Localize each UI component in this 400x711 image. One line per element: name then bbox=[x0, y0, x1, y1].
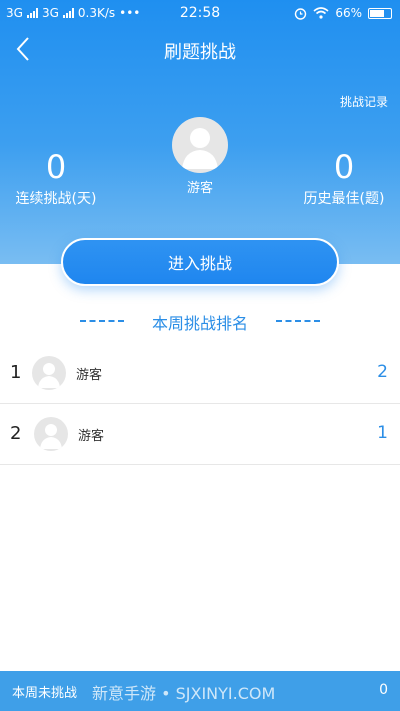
ranking-row[interactable]: 2 游客 1 bbox=[0, 405, 400, 465]
watermark: 新意手游 • SJXINYI.COM bbox=[92, 684, 276, 703]
avatar-placeholder-icon bbox=[38, 363, 60, 388]
row-score: 2 bbox=[377, 362, 388, 382]
status-bar: 3G 3G 0.3K/s ••• 22:58 66% bbox=[0, 0, 400, 28]
best-stat: 0 历史最佳(题) bbox=[298, 150, 390, 208]
battery-percent: 66% bbox=[335, 6, 362, 20]
alarm-icon bbox=[295, 7, 307, 20]
streak-label: 连续挑战(天) bbox=[15, 191, 97, 207]
avatar-placeholder-icon bbox=[182, 128, 218, 169]
nav-bar: 刷题挑战 bbox=[0, 28, 400, 72]
streak-value: 0 bbox=[45, 148, 67, 186]
wifi-icon bbox=[313, 7, 329, 19]
best-value: 0 bbox=[333, 148, 355, 186]
row-name: 游客 bbox=[76, 368, 103, 383]
row-avatar bbox=[34, 417, 68, 451]
enter-challenge-button[interactable]: 进入挑战 bbox=[61, 238, 339, 286]
battery-icon bbox=[368, 7, 392, 19]
avatar-placeholder-icon bbox=[40, 424, 62, 449]
ranking-title: 本周挑战排名 bbox=[151, 314, 248, 333]
row-score: 1 bbox=[377, 423, 388, 443]
best-label: 历史最佳(题) bbox=[303, 191, 385, 207]
weekly-status-footer: 本周未挑战 新意手游 • SJXINYI.COM 0 bbox=[0, 671, 400, 711]
weekly-status-label: 本周未挑战 bbox=[12, 686, 78, 701]
row-avatar bbox=[32, 356, 66, 390]
rank-number: 1 bbox=[10, 362, 22, 383]
challenge-record-link[interactable]: 挑战记录 bbox=[340, 93, 388, 110]
divider-dash-right bbox=[276, 320, 320, 322]
page-title: 刷题挑战 bbox=[164, 42, 236, 63]
user-avatar bbox=[172, 117, 228, 173]
ranking-row[interactable]: 1 游客 2 bbox=[0, 344, 400, 404]
streak-stat: 0 连续挑战(天) bbox=[8, 150, 104, 208]
row-name: 游客 bbox=[78, 429, 105, 444]
weekly-status-value: 0 bbox=[379, 682, 388, 698]
rank-number: 2 bbox=[10, 423, 22, 444]
